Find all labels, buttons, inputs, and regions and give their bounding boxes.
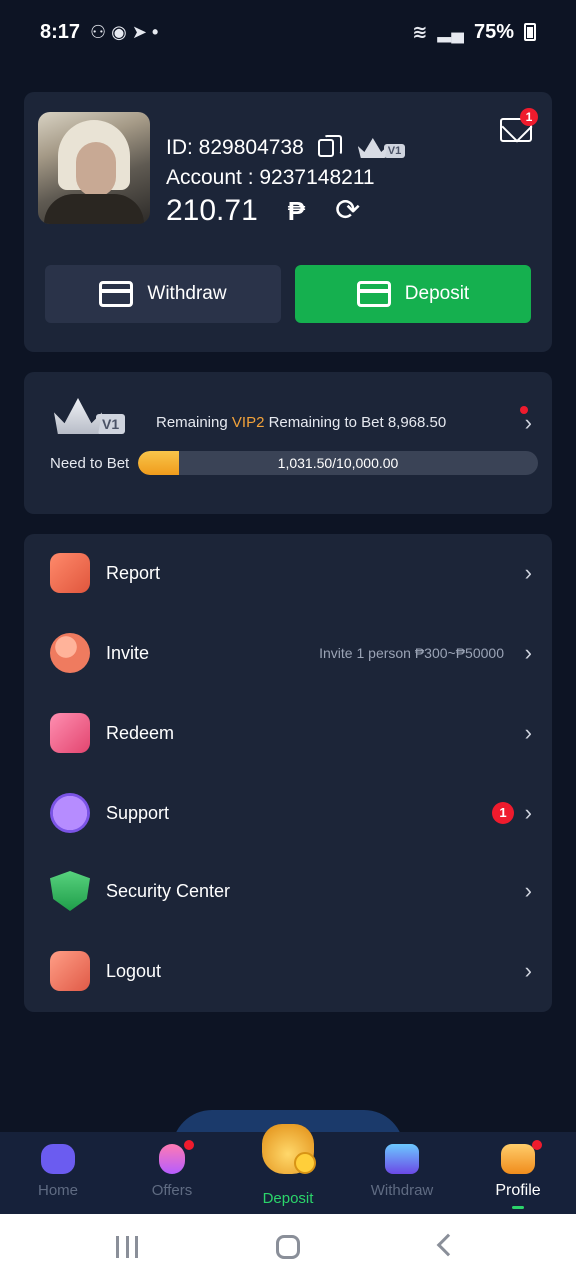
invite-reward-text: Invite 1 person ₱300~₱50000: [319, 645, 504, 661]
offers-icon: [159, 1144, 185, 1174]
menu-item-support[interactable]: Support 1 ›: [24, 774, 552, 852]
need-to-bet-label: Need to Bet: [50, 455, 130, 472]
nav-label: Home: [37, 1182, 78, 1199]
support-badge: 1: [492, 802, 514, 824]
menu-item-invite[interactable]: Invite Invite 1 person ₱300~₱50000 ›: [24, 614, 552, 692]
next-vip-level: VIP2: [231, 414, 265, 431]
vip-badge: V1: [357, 138, 406, 158]
menu-card: Report › Invite Invite 1 person ₱300~₱50…: [24, 534, 552, 1012]
status-left: 8:17 ⚇ ◉ ➤ •: [40, 21, 158, 44]
menu-label: Logout: [106, 960, 162, 981]
vip-level-tag: V1: [383, 144, 406, 158]
mail-icon[interactable]: 1: [500, 108, 538, 142]
balance-amount: 210.71: [166, 194, 258, 227]
nav-label: Withdraw: [370, 1182, 434, 1199]
withdraw-card-icon: [99, 281, 134, 307]
deposit-card-icon: [356, 281, 391, 307]
signal-icon: ▂▄: [437, 21, 464, 42]
chevron-right-icon: ›: [524, 958, 532, 983]
home-icon[interactable]: [276, 1235, 300, 1259]
status-right: ≋ ▂▄ 75%: [412, 21, 536, 44]
nav-offers[interactable]: Offers: [122, 1132, 222, 1214]
nav-profile[interactable]: Profile: [468, 1132, 568, 1214]
chevron-right-icon: ›: [524, 800, 532, 825]
vip-progress-card[interactable]: V1 Remaining VIP2 Remaining to Bet 8,968…: [24, 372, 552, 514]
offers-notification-dot: [184, 1140, 194, 1150]
vip-badge-large: V1: [54, 398, 126, 434]
menu-item-redeem[interactable]: Redeem ›: [24, 694, 552, 772]
profile-icon: [501, 1144, 535, 1174]
battery-icon: [524, 23, 536, 41]
menu-label: Security Center: [106, 880, 231, 901]
bet-progress-bar: 1,031.50/10,000.00: [138, 451, 538, 475]
report-icon: [50, 553, 90, 593]
nav-label: Offers: [151, 1182, 193, 1199]
logout-icon: [50, 951, 90, 991]
user-id-row: ID: 829804738 V1: [166, 135, 406, 160]
status-time: 8:17: [40, 20, 81, 43]
profile-card: ID: 829804738 V1 Account : 9237148211 21…: [24, 92, 552, 352]
recent-apps-icon[interactable]: [116, 1236, 138, 1258]
chevron-right-icon: ›: [524, 720, 532, 745]
deposit-button[interactable]: Deposit: [295, 265, 531, 323]
nav-deposit[interactable]: Deposit: [238, 1124, 338, 1210]
vip-remaining-text: Remaining VIP2 Remaining to Bet 8,968.50: [156, 414, 446, 431]
menu-label: Report: [106, 562, 161, 583]
crown-icon: [54, 398, 102, 434]
menu-item-security-center[interactable]: Security Center ›: [24, 852, 552, 930]
mail-badge: 1: [520, 108, 538, 126]
user-id: ID: 829804738: [166, 136, 304, 159]
copy-icon[interactable]: [317, 135, 342, 157]
remaining-prefix: Remaining: [156, 414, 228, 431]
withdraw-label: Withdraw: [147, 283, 227, 304]
active-indicator: [512, 1206, 524, 1209]
account-number: Account : 9237148211: [166, 166, 375, 189]
security-icon: [50, 871, 90, 911]
wifi-icon: ≋: [412, 21, 428, 42]
nav-label: Profile: [495, 1182, 541, 1199]
coin-icon: [294, 1152, 316, 1174]
avatar[interactable]: [38, 112, 150, 224]
chevron-right-icon: ›: [524, 640, 532, 665]
menu-item-report[interactable]: Report ›: [24, 534, 552, 612]
menu-label: Support: [106, 802, 170, 823]
chevron-right-icon: ›: [524, 878, 532, 903]
menu-item-logout[interactable]: Logout ›: [24, 932, 552, 1010]
support-icon: [50, 793, 90, 833]
notification-icons: ⚇ ◉ ➤ •: [90, 21, 159, 42]
gamepad-icon: [41, 1144, 75, 1174]
wallet-icon: [385, 1144, 419, 1174]
deposit-label: Deposit: [404, 283, 470, 304]
currency-icon: ₱: [287, 195, 306, 226]
profile-notification-dot: [532, 1140, 542, 1150]
system-nav-bar: [0, 1214, 576, 1280]
remaining-suffix: Remaining to Bet 8,968.50: [268, 414, 447, 431]
nav-label: Deposit: [262, 1190, 314, 1207]
invite-icon: [50, 633, 90, 673]
nav-withdraw[interactable]: Withdraw: [352, 1132, 452, 1214]
bet-progress-text: 1,031.50/10,000.00: [277, 455, 399, 471]
menu-label: Redeem: [106, 722, 175, 743]
withdraw-button[interactable]: Withdraw: [45, 265, 281, 323]
status-bar: 8:17 ⚇ ◉ ➤ • ≋ ▂▄ 75%: [0, 0, 576, 64]
chevron-right-icon[interactable]: ›: [525, 410, 532, 436]
chevron-right-icon: ›: [524, 560, 532, 585]
battery-percent: 75%: [473, 20, 514, 43]
back-icon[interactable]: [436, 1233, 460, 1257]
nav-home[interactable]: Home: [8, 1132, 108, 1214]
redeem-icon: [50, 713, 90, 753]
menu-label: Invite: [106, 642, 150, 663]
balance-row: 210.71 ₱ ⟳: [166, 194, 360, 228]
refresh-icon[interactable]: ⟳: [335, 196, 360, 226]
